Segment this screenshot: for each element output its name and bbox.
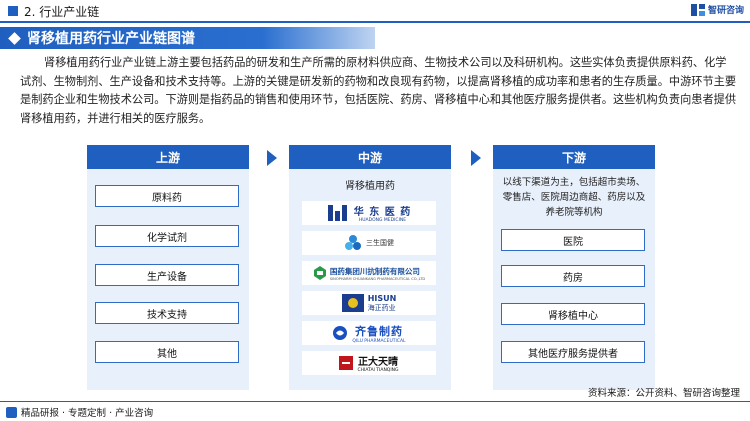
logo-huadong: 华 东 医 药 HUADONG MEDICINE xyxy=(302,201,436,225)
footer-logo-icon xyxy=(6,406,17,418)
logo-sub: CHIATAI TIANQING xyxy=(357,368,399,373)
logo-sansheng: 三生国健 xyxy=(302,231,436,255)
logo-chiatai: 正大天晴 CHIATAI TIANQING xyxy=(302,351,436,375)
logo-sub: HUADONG MEDICINE xyxy=(358,218,407,223)
brand-name: 智研咨询 xyxy=(707,6,744,16)
source-note: 资料来源：公开资料、智研咨询整理 xyxy=(587,388,740,399)
brand: 智研咨询 xyxy=(690,3,744,16)
logo-name: 齐鲁制药 xyxy=(355,324,403,338)
diamond-icon xyxy=(8,31,21,45)
upstream-item: 生产设备 xyxy=(95,264,239,286)
downstream-item: 药房 xyxy=(501,265,645,287)
downstream-description: 以线下渠道为主，包括超市卖场、零售店、医院周边商超、药房以及养老院等机构 xyxy=(502,177,646,218)
logo-sub: 海正药业 xyxy=(367,303,396,312)
downstream-item: 其他医疗服务提供者 xyxy=(501,341,645,363)
logo-name: 国药集团川抗制药有限公司 xyxy=(329,266,420,276)
section-square-icon xyxy=(8,6,18,16)
downstream-column: 下游 以线下渠道为主，包括超市卖场、零售店、医院周边商超、药房以及养老院等机构 … xyxy=(493,145,655,390)
page-title: 肾移植用药行业产业链图谱 xyxy=(27,31,195,47)
brand-logo-icon xyxy=(690,3,705,16)
upstream-item: 技术支持 xyxy=(95,302,239,324)
arrow-right-icon xyxy=(471,150,481,166)
chiatai-logo-icon xyxy=(339,356,354,370)
logo-sub: QILU PHARMACEUTICAL xyxy=(352,338,406,344)
logo-qilu: 齐鲁制药 QILU PHARMACEUTICAL xyxy=(302,321,436,345)
hisun-logo-icon xyxy=(341,294,364,312)
footer: 资料来源：公开资料、智研咨询整理 精品研报 · 专题定制 · 产业咨询 xyxy=(0,388,750,421)
footer-divider xyxy=(0,401,750,402)
qilu-logo-icon xyxy=(333,326,348,340)
midstream-header: 中游 xyxy=(289,145,451,169)
logo-name: 正大天晴 xyxy=(358,357,398,368)
logo-sub: SINOPHARM CHUANKANG PHARMACEUTICAL CO.,L… xyxy=(329,276,426,281)
upstream-header: 上游 xyxy=(87,145,249,169)
logo-name: 华 东 医 药 xyxy=(353,207,412,218)
title-banner: 肾移植用药行业产业链图谱 xyxy=(0,27,375,49)
midstream-label: 肾移植用药 xyxy=(345,181,395,192)
top-bar: 2. 行业产业链 智研咨询 xyxy=(0,0,750,23)
downstream-item: 肾移植中心 xyxy=(501,303,645,325)
arrow-right-icon xyxy=(267,150,277,166)
huadong-logo-icon xyxy=(327,205,347,221)
upstream-item: 其他 xyxy=(95,341,239,363)
logo-sinopharm: 国药集团川抗制药有限公司 SINOPHARM CHUANKANG PHARMAC… xyxy=(302,261,436,285)
downstream-header: 下游 xyxy=(493,145,655,169)
downstream-item: 医院 xyxy=(501,229,645,251)
section-title: 2. 行业产业链 xyxy=(24,4,100,19)
intro-paragraph: 肾移植用药行业产业链上游主要包括药品的研发和生产所需的原材料供应商、生物技术公司… xyxy=(20,56,737,125)
logo-name: 三生国健 xyxy=(366,239,394,247)
upstream-item: 原料药 xyxy=(95,185,239,207)
logo-name: HISUN xyxy=(367,293,397,303)
footer-tagline-group: 精品研报 · 专题定制 · 产业咨询 xyxy=(6,405,153,419)
top-divider xyxy=(0,21,750,23)
footer-tagline: 精品研报 · 专题定制 · 产业咨询 xyxy=(21,408,154,419)
section-tab: 2. 行业产业链 xyxy=(0,2,99,20)
upstream-item: 化学试剂 xyxy=(95,225,239,247)
logo-hisun: HISUN 海正药业 xyxy=(302,291,436,315)
sinopharm-logo-icon xyxy=(313,266,326,280)
sansheng-logo-icon xyxy=(345,235,361,250)
midstream-column: 中游 肾移植用药 华 东 医 药 HUADONG MEDICINE 三生国健 国… xyxy=(289,145,451,390)
upstream-column: 上游 原料药 化学试剂 生产设备 技术支持 其他 xyxy=(87,145,249,390)
